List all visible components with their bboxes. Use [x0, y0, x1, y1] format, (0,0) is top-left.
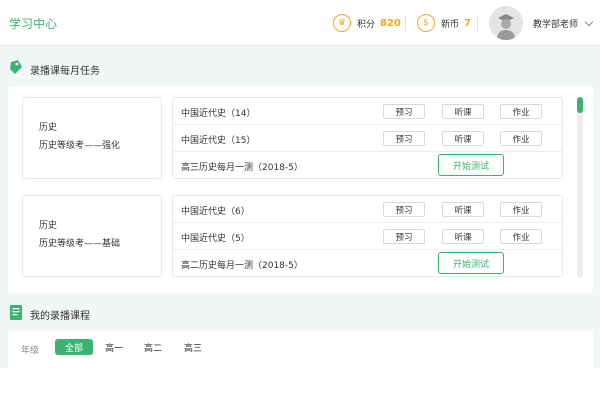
- lesson-list: 中国近代史（6） 预习 听课 作业 中国近代史（5） 预习 听课 作业 高二历史…: [172, 195, 563, 277]
- test-row: 高三历史每月一测（2018-5） 开始测试: [173, 152, 562, 179]
- graduate-avatar-icon: [489, 6, 523, 40]
- points-value: 820: [380, 17, 401, 29]
- listen-button[interactable]: 听课: [442, 104, 484, 119]
- header-divider: [477, 15, 478, 31]
- lesson-row: 中国近代史（14） 预习 听课 作业: [173, 98, 562, 125]
- lesson-title: 中国近代史（5）: [181, 234, 250, 244]
- subject-level: 历史等级考——基础: [39, 239, 121, 249]
- user-name[interactable]: 教学部老师: [533, 17, 578, 30]
- start-test-button[interactable]: 开始测试: [438, 252, 504, 274]
- lesson-title: 中国近代史（14）: [181, 109, 256, 119]
- top-header: 学习中心 ♛ 积分 820 $ 新币 7 教学部老师: [0, 0, 600, 46]
- grade-filter-label: 年级: [21, 346, 40, 356]
- section-title-my-courses: 我的录播课程: [30, 311, 90, 322]
- tag-icon: [10, 60, 22, 74]
- subject-level: 历史等级考——强化: [39, 141, 121, 151]
- grade-filter-all[interactable]: 全部: [55, 339, 94, 355]
- start-test-button[interactable]: 开始测试: [438, 154, 504, 176]
- grade-filter-panel: 年级 全部 高一 高二 高三: [8, 331, 593, 368]
- points-stat[interactable]: ♛ 积分 820: [333, 14, 401, 32]
- lesson-row: 中国近代史（6） 预习 听课 作业: [173, 196, 562, 223]
- coins-label: 新币: [441, 19, 460, 30]
- monthly-tasks-panel: 历史 历史等级考——强化 中国近代史（14） 预习 听课 作业 中国近代史（15…: [8, 86, 593, 293]
- subject-card[interactable]: 历史 历史等级考——强化: [22, 97, 162, 179]
- grade-filter-grade10[interactable]: 高一: [95, 339, 133, 355]
- app-title[interactable]: 学习中心: [9, 15, 57, 32]
- coins-value: 7: [464, 17, 471, 29]
- homework-button[interactable]: 作业: [500, 202, 542, 217]
- preview-button[interactable]: 预习: [383, 104, 425, 119]
- book-icon: [10, 305, 22, 320]
- homework-button[interactable]: 作业: [500, 229, 542, 244]
- lesson-title: 中国近代史（6）: [181, 207, 250, 217]
- grade-filter-grade12[interactable]: 高三: [174, 339, 212, 355]
- test-title: 高三历史每月一测（2018-5）: [181, 163, 303, 173]
- coins-stat[interactable]: $ 新币 7: [417, 14, 471, 32]
- lesson-row: 中国近代史（5） 预习 听课 作业: [173, 223, 562, 250]
- header-divider: [405, 15, 406, 31]
- lesson-title: 中国近代史（15）: [181, 136, 256, 146]
- listen-button[interactable]: 听课: [442, 202, 484, 217]
- listen-button[interactable]: 听课: [442, 229, 484, 244]
- test-title: 高二历史每月一测（2018-5）: [181, 261, 303, 271]
- homework-button[interactable]: 作业: [500, 131, 542, 146]
- preview-button[interactable]: 预习: [383, 229, 425, 244]
- crown-coin-icon: ♛: [333, 14, 351, 32]
- lesson-row: 中国近代史（15） 预习 听课 作业: [173, 125, 562, 152]
- lesson-list: 中国近代史（14） 预习 听课 作业 中国近代史（15） 预习 听课 作业 高三…: [172, 97, 563, 179]
- homework-button[interactable]: 作业: [500, 104, 542, 119]
- course-block: 历史 历史等级考——基础 中国近代史（6） 预习 听课 作业 中国近代史（5） …: [22, 195, 563, 277]
- subject-name: 历史: [39, 221, 58, 231]
- listen-button[interactable]: 听课: [442, 131, 484, 146]
- preview-button[interactable]: 预习: [383, 202, 425, 217]
- course-block: 历史 历史等级考——强化 中国近代史（14） 预习 听课 作业 中国近代史（15…: [22, 97, 563, 179]
- test-row: 高二历史每月一测（2018-5） 开始测试: [173, 250, 562, 277]
- scrollbar[interactable]: [577, 97, 583, 278]
- subject-card[interactable]: 历史 历史等级考——基础: [22, 195, 162, 277]
- section-title-monthly-tasks: 录播课每月任务: [30, 66, 100, 77]
- grade-filter-grade11[interactable]: 高二: [134, 339, 172, 355]
- chevron-down-icon[interactable]: [584, 17, 594, 27]
- scrollbar-thumb[interactable]: [577, 97, 583, 113]
- avatar[interactable]: [489, 6, 523, 40]
- dollar-coin-icon: $: [417, 14, 435, 32]
- preview-button[interactable]: 预习: [383, 131, 425, 146]
- points-label: 积分: [357, 19, 376, 30]
- subject-name: 历史: [39, 123, 58, 133]
